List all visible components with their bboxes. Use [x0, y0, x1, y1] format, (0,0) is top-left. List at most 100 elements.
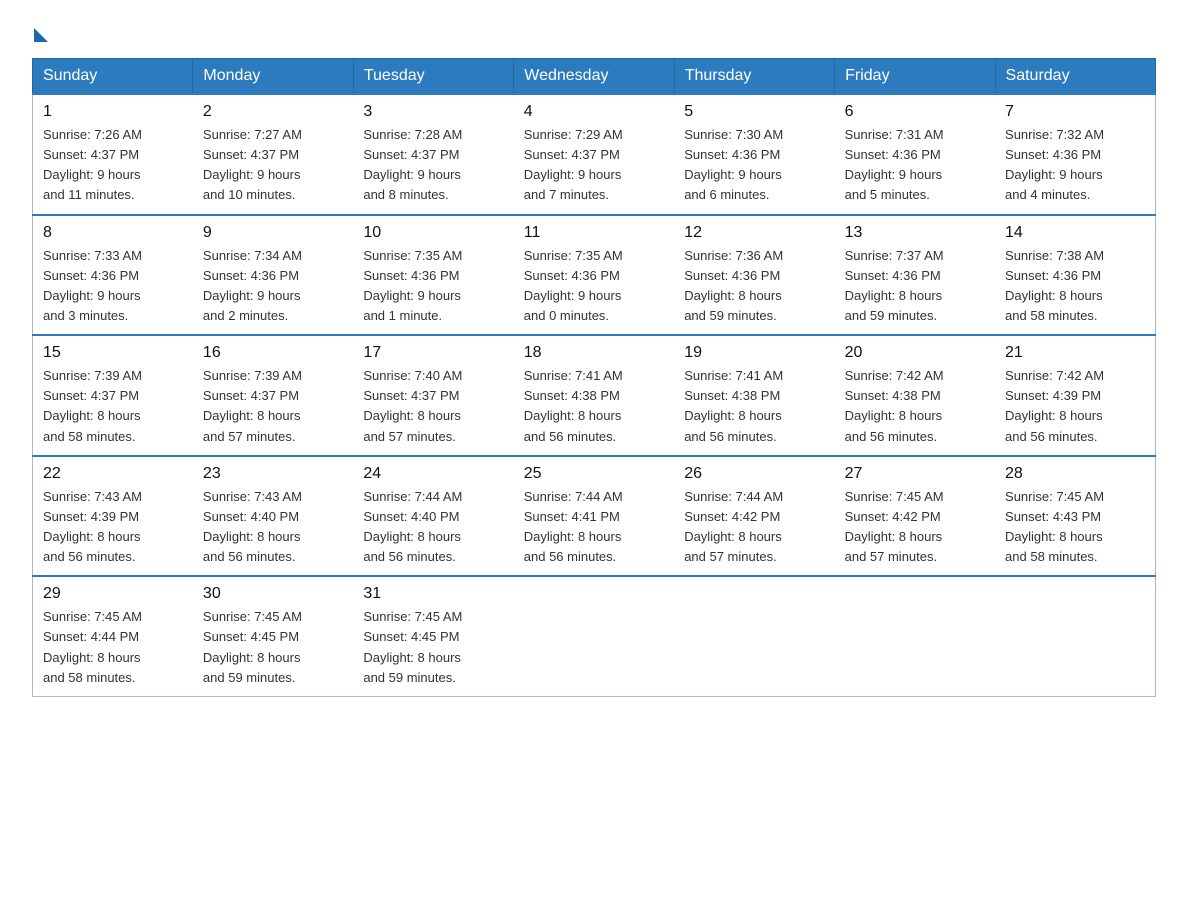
- day-info: Sunrise: 7:45 AMSunset: 4:45 PMDaylight:…: [203, 609, 302, 684]
- calendar-cell: 16 Sunrise: 7:39 AMSunset: 4:37 PMDaylig…: [193, 335, 353, 456]
- calendar-cell: 20 Sunrise: 7:42 AMSunset: 4:38 PMDaylig…: [835, 335, 995, 456]
- calendar-cell: 6 Sunrise: 7:31 AMSunset: 4:36 PMDayligh…: [835, 94, 995, 215]
- day-info: Sunrise: 7:33 AMSunset: 4:36 PMDaylight:…: [43, 248, 142, 323]
- day-number: 25: [524, 465, 664, 483]
- week-row-3: 15 Sunrise: 7:39 AMSunset: 4:37 PMDaylig…: [33, 335, 1156, 456]
- day-info: Sunrise: 7:43 AMSunset: 4:39 PMDaylight:…: [43, 489, 142, 564]
- week-row-5: 29 Sunrise: 7:45 AMSunset: 4:44 PMDaylig…: [33, 576, 1156, 696]
- week-row-4: 22 Sunrise: 7:43 AMSunset: 4:39 PMDaylig…: [33, 456, 1156, 577]
- day-number: 3: [363, 103, 503, 121]
- day-number: 1: [43, 103, 183, 121]
- day-info: Sunrise: 7:39 AMSunset: 4:37 PMDaylight:…: [203, 368, 302, 443]
- day-info: Sunrise: 7:30 AMSunset: 4:36 PMDaylight:…: [684, 127, 783, 202]
- calendar-cell: 26 Sunrise: 7:44 AMSunset: 4:42 PMDaylig…: [674, 456, 834, 577]
- page-header: [32, 24, 1156, 38]
- calendar-cell: 7 Sunrise: 7:32 AMSunset: 4:36 PMDayligh…: [995, 94, 1155, 215]
- calendar-cell: [995, 576, 1155, 696]
- day-number: 13: [845, 224, 985, 242]
- calendar-cell: [835, 576, 995, 696]
- calendar-cell: 22 Sunrise: 7:43 AMSunset: 4:39 PMDaylig…: [33, 456, 193, 577]
- calendar-cell: 18 Sunrise: 7:41 AMSunset: 4:38 PMDaylig…: [514, 335, 674, 456]
- day-info: Sunrise: 7:44 AMSunset: 4:42 PMDaylight:…: [684, 489, 783, 564]
- day-number: 11: [524, 224, 664, 242]
- calendar-cell: 9 Sunrise: 7:34 AMSunset: 4:36 PMDayligh…: [193, 215, 353, 336]
- day-info: Sunrise: 7:45 AMSunset: 4:43 PMDaylight:…: [1005, 489, 1104, 564]
- calendar-cell: [674, 576, 834, 696]
- day-info: Sunrise: 7:42 AMSunset: 4:39 PMDaylight:…: [1005, 368, 1104, 443]
- day-info: Sunrise: 7:42 AMSunset: 4:38 PMDaylight:…: [845, 368, 944, 443]
- day-info: Sunrise: 7:40 AMSunset: 4:37 PMDaylight:…: [363, 368, 462, 443]
- day-number: 4: [524, 103, 664, 121]
- day-info: Sunrise: 7:27 AMSunset: 4:37 PMDaylight:…: [203, 127, 302, 202]
- day-number: 16: [203, 344, 343, 362]
- calendar-cell: 1 Sunrise: 7:26 AMSunset: 4:37 PMDayligh…: [33, 94, 193, 215]
- logo: [32, 24, 48, 38]
- calendar-cell: 30 Sunrise: 7:45 AMSunset: 4:45 PMDaylig…: [193, 576, 353, 696]
- day-info: Sunrise: 7:26 AMSunset: 4:37 PMDaylight:…: [43, 127, 142, 202]
- day-number: 12: [684, 224, 824, 242]
- day-info: Sunrise: 7:35 AMSunset: 4:36 PMDaylight:…: [524, 248, 623, 323]
- day-info: Sunrise: 7:44 AMSunset: 4:41 PMDaylight:…: [524, 489, 623, 564]
- day-number: 27: [845, 465, 985, 483]
- calendar-cell: 3 Sunrise: 7:28 AMSunset: 4:37 PMDayligh…: [353, 94, 513, 215]
- day-number: 9: [203, 224, 343, 242]
- calendar-cell: 14 Sunrise: 7:38 AMSunset: 4:36 PMDaylig…: [995, 215, 1155, 336]
- day-info: Sunrise: 7:45 AMSunset: 4:44 PMDaylight:…: [43, 609, 142, 684]
- calendar-table: SundayMondayTuesdayWednesdayThursdayFrid…: [32, 58, 1156, 697]
- calendar-cell: 19 Sunrise: 7:41 AMSunset: 4:38 PMDaylig…: [674, 335, 834, 456]
- calendar-cell: 29 Sunrise: 7:45 AMSunset: 4:44 PMDaylig…: [33, 576, 193, 696]
- col-header-saturday: Saturday: [995, 59, 1155, 95]
- day-number: 23: [203, 465, 343, 483]
- col-header-friday: Friday: [835, 59, 995, 95]
- calendar-header-row: SundayMondayTuesdayWednesdayThursdayFrid…: [33, 59, 1156, 95]
- col-header-wednesday: Wednesday: [514, 59, 674, 95]
- day-number: 7: [1005, 103, 1145, 121]
- day-info: Sunrise: 7:28 AMSunset: 4:37 PMDaylight:…: [363, 127, 462, 202]
- day-number: 29: [43, 585, 183, 603]
- day-info: Sunrise: 7:43 AMSunset: 4:40 PMDaylight:…: [203, 489, 302, 564]
- calendar-cell: 8 Sunrise: 7:33 AMSunset: 4:36 PMDayligh…: [33, 215, 193, 336]
- day-number: 15: [43, 344, 183, 362]
- calendar-cell: 15 Sunrise: 7:39 AMSunset: 4:37 PMDaylig…: [33, 335, 193, 456]
- day-number: 8: [43, 224, 183, 242]
- calendar-cell: 5 Sunrise: 7:30 AMSunset: 4:36 PMDayligh…: [674, 94, 834, 215]
- col-header-sunday: Sunday: [33, 59, 193, 95]
- day-number: 31: [363, 585, 503, 603]
- calendar-cell: 28 Sunrise: 7:45 AMSunset: 4:43 PMDaylig…: [995, 456, 1155, 577]
- day-info: Sunrise: 7:32 AMSunset: 4:36 PMDaylight:…: [1005, 127, 1104, 202]
- day-number: 18: [524, 344, 664, 362]
- day-info: Sunrise: 7:36 AMSunset: 4:36 PMDaylight:…: [684, 248, 783, 323]
- week-row-1: 1 Sunrise: 7:26 AMSunset: 4:37 PMDayligh…: [33, 94, 1156, 215]
- day-number: 5: [684, 103, 824, 121]
- calendar-cell: 31 Sunrise: 7:45 AMSunset: 4:45 PMDaylig…: [353, 576, 513, 696]
- day-number: 22: [43, 465, 183, 483]
- calendar-cell: 17 Sunrise: 7:40 AMSunset: 4:37 PMDaylig…: [353, 335, 513, 456]
- day-number: 10: [363, 224, 503, 242]
- day-number: 24: [363, 465, 503, 483]
- day-info: Sunrise: 7:31 AMSunset: 4:36 PMDaylight:…: [845, 127, 944, 202]
- col-header-monday: Monday: [193, 59, 353, 95]
- day-number: 21: [1005, 344, 1145, 362]
- day-info: Sunrise: 7:39 AMSunset: 4:37 PMDaylight:…: [43, 368, 142, 443]
- calendar-cell: 10 Sunrise: 7:35 AMSunset: 4:36 PMDaylig…: [353, 215, 513, 336]
- day-info: Sunrise: 7:35 AMSunset: 4:36 PMDaylight:…: [363, 248, 462, 323]
- day-number: 17: [363, 344, 503, 362]
- day-number: 14: [1005, 224, 1145, 242]
- day-info: Sunrise: 7:34 AMSunset: 4:36 PMDaylight:…: [203, 248, 302, 323]
- day-info: Sunrise: 7:41 AMSunset: 4:38 PMDaylight:…: [684, 368, 783, 443]
- day-number: 6: [845, 103, 985, 121]
- day-info: Sunrise: 7:45 AMSunset: 4:45 PMDaylight:…: [363, 609, 462, 684]
- col-header-thursday: Thursday: [674, 59, 834, 95]
- calendar-cell: 23 Sunrise: 7:43 AMSunset: 4:40 PMDaylig…: [193, 456, 353, 577]
- day-number: 26: [684, 465, 824, 483]
- day-info: Sunrise: 7:44 AMSunset: 4:40 PMDaylight:…: [363, 489, 462, 564]
- day-number: 2: [203, 103, 343, 121]
- calendar-cell: [514, 576, 674, 696]
- calendar-cell: 12 Sunrise: 7:36 AMSunset: 4:36 PMDaylig…: [674, 215, 834, 336]
- day-number: 20: [845, 344, 985, 362]
- calendar-cell: 13 Sunrise: 7:37 AMSunset: 4:36 PMDaylig…: [835, 215, 995, 336]
- calendar-cell: 2 Sunrise: 7:27 AMSunset: 4:37 PMDayligh…: [193, 94, 353, 215]
- calendar-cell: 27 Sunrise: 7:45 AMSunset: 4:42 PMDaylig…: [835, 456, 995, 577]
- calendar-cell: 24 Sunrise: 7:44 AMSunset: 4:40 PMDaylig…: [353, 456, 513, 577]
- calendar-cell: 25 Sunrise: 7:44 AMSunset: 4:41 PMDaylig…: [514, 456, 674, 577]
